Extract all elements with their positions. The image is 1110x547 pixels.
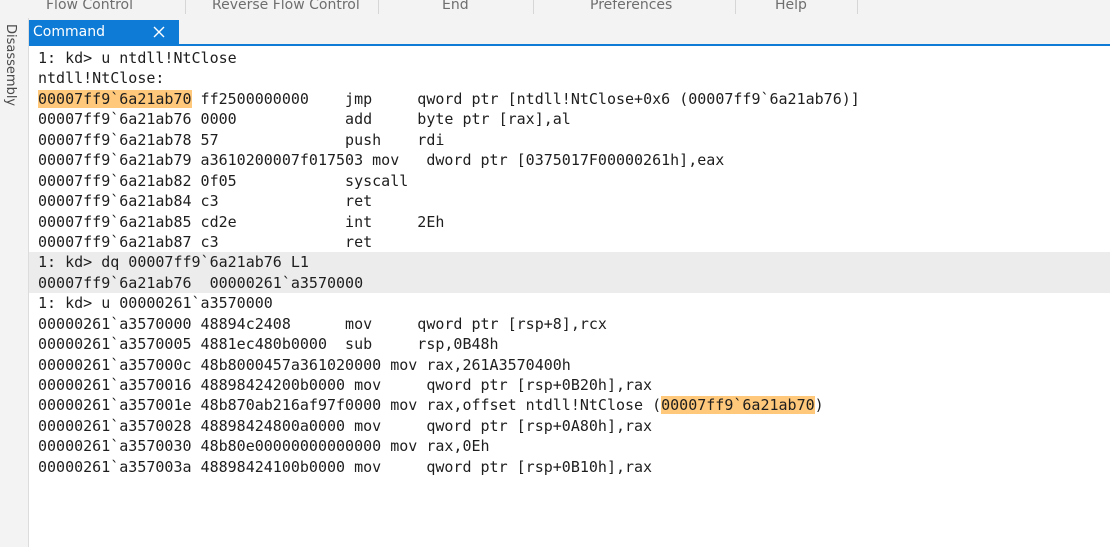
command-output[interactable]: 1: kd> u ntdll!NtClose ntdll!NtClose: 0000…: [29, 48, 1110, 547]
output-text: 1: kd> u ntdll!NtClose: [38, 49, 237, 67]
output-text: ntdll!NtClose:: [38, 69, 165, 88]
output-text: 00007ff9`6a21ab79 a3610200007f017503 mov…: [38, 151, 725, 170]
output-line: 00000261`a3570030 48b80e00000000000000 m…: [29, 436, 1110, 456]
menu-item-reverse-flow-control[interactable]: Reverse Flow Control: [212, 0, 360, 13]
output-line: 00000261`a357001e 48b870ab216af97f0000 m…: [29, 395, 1110, 415]
menu-item-help[interactable]: Help: [775, 0, 807, 13]
output-text: 00000261`a3570000 48894c2408 mov qword p…: [38, 314, 607, 333]
menu-item-flow-control[interactable]: Flow Control: [46, 0, 133, 13]
output-text: 00000261`a357003a 48898424100b0000 mov q…: [38, 457, 653, 476]
output-line: 00000261`a3570016 48898424200b0000 mov q…: [29, 375, 1110, 395]
output-line: 00000261`a3570005 4881ec480b0000 sub rsp…: [29, 334, 1110, 354]
output-text: 00007ff9`6a21ab78 57 push rdi: [38, 130, 445, 149]
left-dock: Disassembly: [0, 18, 29, 547]
output-text: 00000261`a3570016 48898424200b0000 mov q…: [38, 376, 653, 394]
menu-bar: Flow Control Reverse Flow Control End Pr…: [0, 0, 1110, 18]
output-line: 00007ff9`6a21ab82 0f05 syscall: [29, 171, 1110, 191]
output-line: 00007ff9`6a21ab85 cd2e int 2Eh: [29, 212, 1110, 232]
output-line: 1: kd> u 00000261`a3570000: [29, 293, 1110, 313]
output-line: 1: kd> u ntdll!NtClose: [29, 48, 1110, 68]
output-text: 00007ff9`6a21ab82 0f05 syscall: [38, 171, 409, 190]
menu-item-end[interactable]: End: [442, 0, 469, 13]
tab-underline: [29, 44, 1110, 46]
output-text: 1: kd> u 00000261`a3570000: [38, 294, 273, 313]
output-text: 1: kd> dq 00007ff9`6a21ab76 L1: [38, 253, 309, 272]
output-line: 00000261`a357003a 48898424100b0000 mov q…: [29, 457, 1110, 477]
output-text: 00007ff9`6a21ab76 00000261`a3570000: [38, 273, 364, 292]
output-line: ntdll!NtClose:: [29, 68, 1110, 88]
output-line: 00007ff9`6a21ab87 c3 ret: [29, 232, 1110, 252]
menu-separator: [533, 0, 534, 14]
output-text: 00007ff9`6a21ab76 0000 add byte ptr [rax…: [38, 110, 571, 129]
output-text: ): [814, 396, 824, 415]
tab-strip: Command: [29, 18, 1110, 45]
tab-command[interactable]: Command: [29, 20, 179, 44]
output-line: 00007ff9`6a21ab76 0000 add byte ptr [rax…: [29, 109, 1110, 129]
close-icon[interactable]: [150, 23, 168, 41]
menu-separator: [378, 0, 379, 14]
menu-separator: [857, 0, 858, 14]
output-line: 00000261`a3570000 48894c2408 mov qword p…: [29, 314, 1110, 334]
output-text: 00000261`a3570028 48898424800a0000 mov q…: [38, 416, 653, 435]
output-text: 00007ff9`6a21ab85 cd2e int 2Eh: [38, 212, 445, 231]
output-text: 00007ff9`6a21ab84 c3 ret: [38, 192, 373, 211]
output-text: 00000261`a357001e 48b870ab216af97f0000 m…: [38, 396, 662, 415]
output-line: 00007ff9`6a21ab76 00000261`a3570000: [29, 272, 1110, 294]
output-line: 00007ff9`6a21ab78 57 push rdi: [29, 130, 1110, 150]
output-text: 00000261`a357000c 48b8000457a361020000 m…: [38, 355, 571, 374]
output-text: ff2500000000 jmp qword ptr [ntdll!NtClos…: [191, 89, 860, 108]
output-line: 00000261`a3570028 48898424800a0000 mov q…: [29, 416, 1110, 436]
output-text: 00007ff9`6a21ab87 c3 ret: [38, 232, 373, 251]
menu-separator: [185, 0, 186, 14]
highlighted-address: 00007ff9`6a21ab70: [38, 89, 192, 108]
dock-tab-disassembly[interactable]: Disassembly: [3, 24, 18, 106]
highlighted-address: 00007ff9`6a21ab70: [661, 396, 815, 415]
output-line: 00007ff9`6a21ab84 c3 ret: [29, 191, 1110, 211]
output-line: 00000261`a357000c 48b8000457a361020000 m…: [29, 355, 1110, 375]
output-text: 00000261`a3570005 4881ec480b0000 sub rsp…: [38, 335, 499, 354]
tab-command-label: Command: [33, 24, 105, 40]
output-text: 00000261`a3570030 48b80e00000000000000 m…: [38, 437, 490, 456]
output-line: 00007ff9`6a21ab70 ff2500000000 jmp qword…: [29, 89, 1110, 109]
menu-separator: [735, 0, 736, 14]
output-line: 00007ff9`6a21ab79 a3610200007f017503 mov…: [29, 150, 1110, 170]
output-line: 1: kd> dq 00007ff9`6a21ab76 L1: [29, 252, 1110, 273]
menu-item-preferences[interactable]: Preferences: [590, 0, 672, 13]
